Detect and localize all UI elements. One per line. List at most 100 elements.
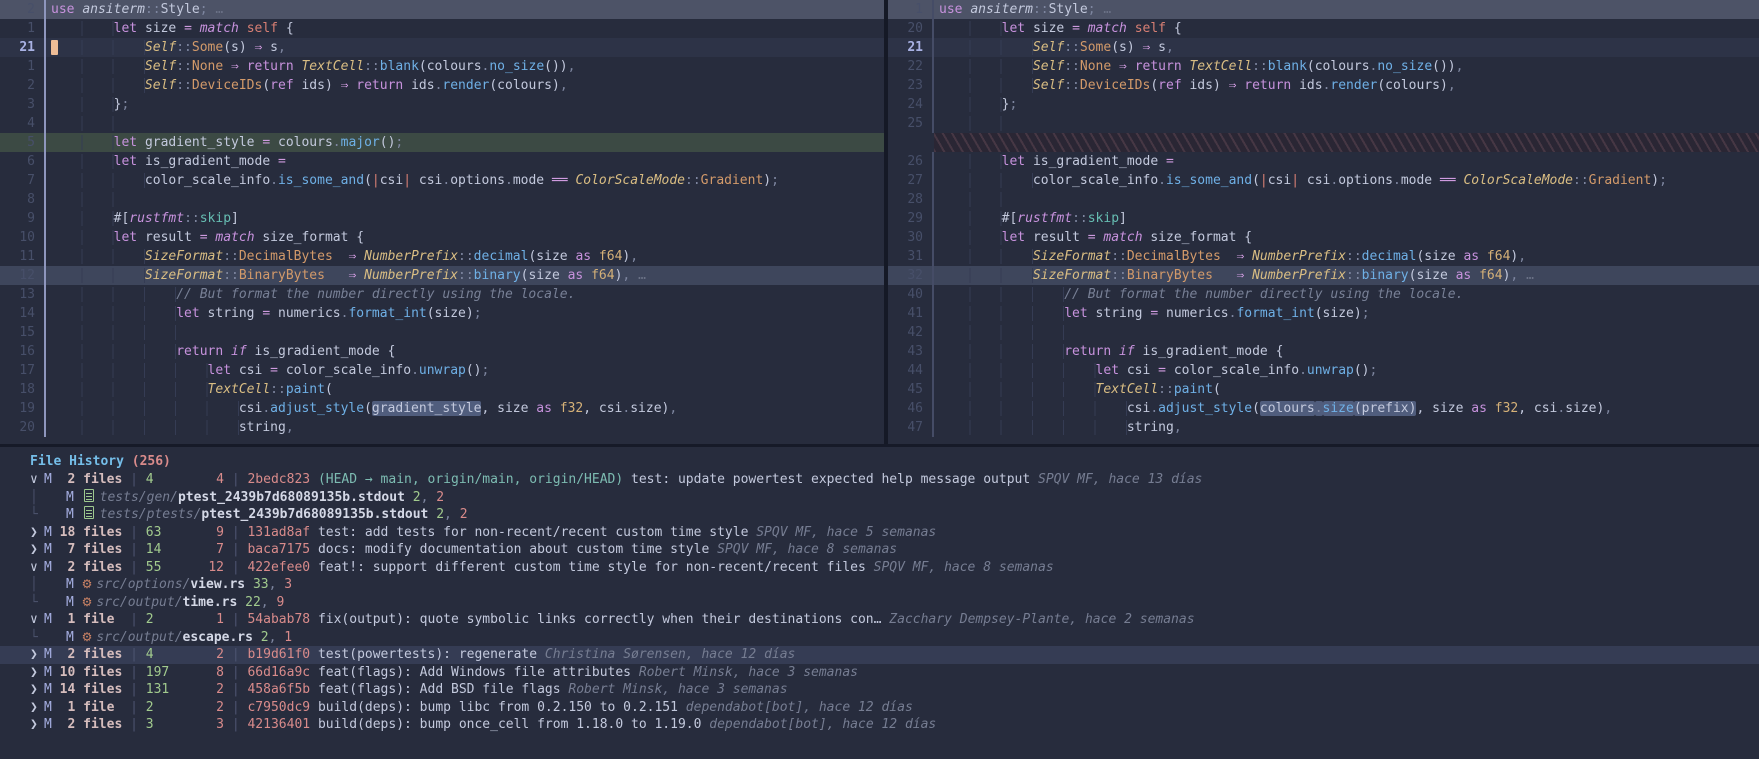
code-line[interactable]: 47 string, bbox=[888, 418, 1759, 437]
code-line[interactable]: 13 // But format the number directly usi… bbox=[0, 285, 884, 304]
code-line[interactable]: 4 bbox=[0, 114, 884, 133]
file-row[interactable]: └M ⚙src/output/time.rs 22, 9 bbox=[0, 594, 1759, 612]
code-text: return if is_gradient_mode { bbox=[934, 342, 1759, 361]
expand-icon[interactable]: ❯ bbox=[30, 646, 44, 664]
commit-row[interactable]: ❯M 2 files | 42 | b19d61f0 test(powertes… bbox=[0, 646, 1759, 664]
code-line[interactable]: 19 csi.adjust_style(gradient_style, size… bbox=[0, 399, 884, 418]
code-line[interactable]: 20 let size = match self { bbox=[888, 19, 1759, 38]
code-line[interactable]: 27 color_scale_info.is_some_and(|csi| cs… bbox=[888, 171, 1759, 190]
code-line[interactable]: 17 let csi = color_scale_info.unwrap(); bbox=[0, 361, 884, 380]
line-number: 1 bbox=[0, 19, 44, 38]
code-text: // But format the number directly using … bbox=[46, 285, 884, 304]
code-line[interactable]: 42 bbox=[888, 323, 1759, 342]
code-line[interactable]: 5 let gradient_style = colours.major(); bbox=[0, 133, 884, 152]
code-line[interactable]: 7 color_scale_info.is_some_and(|csi| csi… bbox=[0, 171, 884, 190]
expand-icon[interactable]: ❯ bbox=[30, 716, 44, 734]
code-line[interactable]: 16 return if is_gradient_mode { bbox=[0, 342, 884, 361]
code-line[interactable]: 32 SizeFormat::BinaryBytes ⇒ NumberPrefi… bbox=[888, 266, 1759, 285]
code-line[interactable]: 20 string, bbox=[0, 418, 884, 437]
code-line[interactable]: 1use ansiterm::Style; … bbox=[888, 0, 1759, 19]
tree-guide: └ bbox=[30, 594, 66, 612]
file-row[interactable]: └M tests/ptests/ptest_2439b7d68089135b.s… bbox=[0, 506, 1759, 524]
cursor bbox=[51, 40, 58, 55]
code-line[interactable]: 6 let is_gradient_mode = bbox=[0, 152, 884, 171]
line-number: 26 bbox=[888, 152, 932, 171]
line-number: 9 bbox=[0, 209, 44, 228]
code-line[interactable]: 14 let string = numerics.format_int(size… bbox=[0, 304, 884, 323]
code-line[interactable]: 31 SizeFormat::DecimalBytes ⇒ NumberPref… bbox=[888, 247, 1759, 266]
file-row[interactable]: └M ⚙src/output/escape.rs 2, 1 bbox=[0, 629, 1759, 647]
code-line[interactable]: 45 TextCell::paint( bbox=[888, 380, 1759, 399]
code-line[interactable]: 2 Self::DeviceIDs(ref ids) ⇒ return ids.… bbox=[0, 76, 884, 95]
collapse-icon[interactable]: ∨ bbox=[30, 611, 44, 629]
commit-hash: 42136401 bbox=[247, 717, 317, 732]
code-line[interactable]: 24 }; bbox=[888, 95, 1759, 114]
code-text: string, bbox=[934, 418, 1759, 437]
expand-icon[interactable]: ❯ bbox=[30, 681, 44, 699]
expand-icon[interactable]: ❯ bbox=[30, 664, 44, 682]
code-line[interactable]: 21 Self::Some(s) ⇒ s, bbox=[0, 38, 884, 57]
commit-message: feat!: support different custom time sty… bbox=[318, 560, 874, 575]
code-text: color_scale_info.is_some_and(|csi| csi.o… bbox=[46, 171, 884, 190]
commit-message: build(deps): bump once_cell from 1.18.0 … bbox=[318, 717, 709, 732]
code-line[interactable]: 12 SizeFormat::BinaryBytes ⇒ NumberPrefi… bbox=[0, 266, 884, 285]
commit-status: M bbox=[44, 542, 52, 557]
code-line[interactable]: 28 bbox=[888, 190, 1759, 209]
code-line[interactable]: 43 return if is_gradient_mode { bbox=[888, 342, 1759, 361]
code-line[interactable]: 23 Self::DeviceIDs(ref ids) ⇒ return ids… bbox=[888, 76, 1759, 95]
code-line[interactable]: 18 TextCell::paint( bbox=[0, 380, 884, 399]
commit-row[interactable]: ❯M 2 files | 33 | 42136401 build(deps): … bbox=[0, 716, 1759, 734]
line-number: 11 bbox=[0, 247, 44, 266]
code-line[interactable]: 22 Self::None ⇒ return TextCell::blank(c… bbox=[888, 57, 1759, 76]
collapse-icon[interactable]: ∨ bbox=[30, 471, 44, 489]
code-line[interactable]: 10 let result = match size_format { bbox=[0, 228, 884, 247]
commit-deletions: 8 bbox=[185, 664, 224, 682]
tree-guide: │ bbox=[30, 489, 66, 507]
code-line[interactable]: 41 let string = numerics.format_int(size… bbox=[888, 304, 1759, 323]
line-number: 2 bbox=[0, 76, 44, 95]
commit-additions: 2 bbox=[146, 611, 185, 629]
commit-row[interactable]: ∨M 2 files | 44 | 2bedc823 (HEAD → main,… bbox=[0, 471, 1759, 489]
code-line[interactable]: 29 #[rustfmt::skip] bbox=[888, 209, 1759, 228]
file-row[interactable]: │M tests/gen/ptest_2439b7d68089135b.stdo… bbox=[0, 489, 1759, 507]
editor-window: 2use ansiterm::Style; …1 let size = matc… bbox=[0, 0, 1759, 759]
code-line[interactable]: 25 bbox=[888, 114, 1759, 133]
code-line[interactable]: 46 csi.adjust_style(colours.size(prefix)… bbox=[888, 399, 1759, 418]
commit-hash: 131ad8af bbox=[247, 525, 317, 540]
code-line[interactable]: 3 }; bbox=[0, 95, 884, 114]
code-line[interactable]: 2use ansiterm::Style; … bbox=[0, 0, 884, 19]
commit-row[interactable]: ❯M 10 files | 1978 | 66d16a9c feat(flags… bbox=[0, 664, 1759, 682]
code-line[interactable]: 8 bbox=[0, 190, 884, 209]
file-row[interactable]: │M ⚙src/options/view.rs 33, 3 bbox=[0, 576, 1759, 594]
code-line[interactable]: 44 let csi = color_scale_info.unwrap(); bbox=[888, 361, 1759, 380]
code-line[interactable]: 21 Self::Some(s) ⇒ s, bbox=[888, 38, 1759, 57]
code-line[interactable]: 11 SizeFormat::DecimalBytes ⇒ NumberPref… bbox=[0, 247, 884, 266]
commit-row[interactable]: ❯M 14 files | 1312 | 458a6f5b feat(flags… bbox=[0, 681, 1759, 699]
collapse-icon[interactable]: ∨ bbox=[30, 559, 44, 577]
code-line[interactable]: 1 Self::None ⇒ return TextCell::blank(co… bbox=[0, 57, 884, 76]
line-number: 14 bbox=[0, 304, 44, 323]
code-line[interactable]: 30 let result = match size_format { bbox=[888, 228, 1759, 247]
expand-icon[interactable]: ❯ bbox=[30, 524, 44, 542]
commit-status: M bbox=[44, 472, 52, 487]
code-line[interactable]: 15 bbox=[0, 323, 884, 342]
commit-hash: baca7175 bbox=[247, 542, 317, 557]
commit-row[interactable]: ∨M 2 files | 5512 | 422efee0 feat!: supp… bbox=[0, 559, 1759, 577]
commit-row[interactable]: ∨M 1 file | 21 | 54abab78 fix(output): q… bbox=[0, 611, 1759, 629]
code-line[interactable]: 9 #[rustfmt::skip] bbox=[0, 209, 884, 228]
line-number: 27 bbox=[888, 171, 932, 190]
code-line[interactable]: 40 // But format the number directly usi… bbox=[888, 285, 1759, 304]
code-text: SizeFormat::BinaryBytes ⇒ NumberPrefix::… bbox=[934, 266, 1759, 285]
diff-right-pane[interactable]: 1use ansiterm::Style; …20 let size = mat… bbox=[888, 0, 1759, 444]
line-number: 24 bbox=[888, 95, 932, 114]
commit-row[interactable]: ❯M 18 files | 639 | 131ad8af test: add t… bbox=[0, 524, 1759, 542]
commit-row[interactable]: ❯M 7 files | 147 | baca7175 docs: modify… bbox=[0, 541, 1759, 559]
expand-icon[interactable]: ❯ bbox=[30, 541, 44, 559]
diff-left-pane[interactable]: 2use ansiterm::Style; …1 let size = matc… bbox=[0, 0, 888, 444]
file-status: M bbox=[66, 507, 82, 522]
commit-status: M bbox=[44, 525, 52, 540]
commit-row[interactable]: ❯M 1 file | 22 | c7950dc9 build(deps): b… bbox=[0, 699, 1759, 717]
code-line[interactable]: 26 let is_gradient_mode = bbox=[888, 152, 1759, 171]
expand-icon[interactable]: ❯ bbox=[30, 699, 44, 717]
code-line[interactable]: 1 let size = match self { bbox=[0, 19, 884, 38]
